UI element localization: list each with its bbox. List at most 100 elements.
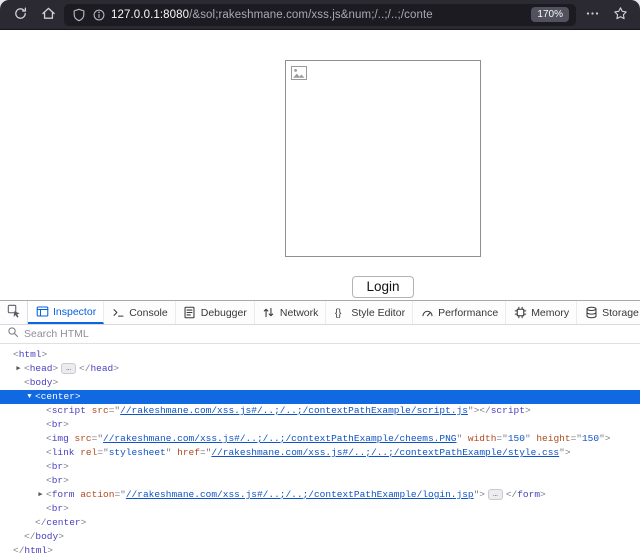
page-actions-button[interactable] xyxy=(580,4,604,26)
expand-expanded-icon[interactable]: ▼ xyxy=(24,390,35,404)
page-viewport: Login xyxy=(0,30,640,300)
tracking-protection-shield-icon[interactable] xyxy=(71,7,87,23)
markup-token-p: </ xyxy=(479,405,490,416)
pick-element-button[interactable] xyxy=(0,301,28,324)
markup-token-p: </ xyxy=(506,489,517,500)
devtools-tab-label: Console xyxy=(129,307,168,319)
devtools-tab-bar: Inspector Console Debugger Network {} Style E… xyxy=(0,301,640,325)
reload-icon xyxy=(13,6,28,24)
markup-token-attr: width xyxy=(468,433,497,444)
star-icon xyxy=(613,6,628,24)
devtools-tab-label: Memory xyxy=(531,307,569,319)
devtools-search-bar xyxy=(0,325,640,344)
markup-token-p: > xyxy=(53,377,59,388)
markup-token-attr: href xyxy=(177,447,200,458)
markup-token-p: > xyxy=(75,391,81,402)
memory-icon xyxy=(513,306,527,320)
ellipsis-icon xyxy=(585,6,600,24)
markup-token-p: > xyxy=(540,489,546,500)
markup-token-p: =" xyxy=(114,489,125,500)
devtools-tab-label: Storage xyxy=(602,307,639,319)
markup-row[interactable]: </body> xyxy=(0,530,640,544)
html-markup-tree: <html>▶<head>…</head><body>▼<center><scr… xyxy=(0,344,640,558)
network-icon xyxy=(262,306,276,320)
expand-collapsed-icon[interactable]: ▶ xyxy=(35,488,46,502)
markup-token-link[interactable]: //rakeshmane.com/xss.js#/..;/..;/context… xyxy=(126,489,474,500)
devtools-tab-console[interactable]: Console xyxy=(104,301,176,324)
markup-token-tag: link xyxy=(52,447,75,458)
devtools-tab-debugger[interactable]: Debugger xyxy=(176,301,255,324)
home-icon xyxy=(41,6,56,24)
markup-row-selected[interactable]: ▼<center> xyxy=(0,390,640,404)
markup-row[interactable]: </html> xyxy=(0,544,640,558)
markup-token-tag: html xyxy=(19,349,42,360)
markup-token-tag: body xyxy=(30,377,53,388)
console-icon xyxy=(111,306,125,320)
markup-token-tag: center xyxy=(46,517,80,528)
zoom-indicator[interactable]: 170% xyxy=(531,7,569,22)
markup-token-p: =" xyxy=(97,447,108,458)
markup-token-tag: br xyxy=(52,503,63,514)
markup-token-tag: img xyxy=(52,433,69,444)
markup-token-p: " xyxy=(166,447,177,458)
devtools-panel: Inspector Console Debugger Network {} Style E… xyxy=(0,300,640,558)
devtools-tab-label: Debugger xyxy=(201,307,247,319)
url-host: 127.0.0.1:8080 xyxy=(111,9,189,21)
markup-token-attr: action xyxy=(80,489,114,500)
markup-token-p: "> xyxy=(468,405,479,416)
markup-token-p: </ xyxy=(24,531,35,542)
devtools-tab-label: Inspector xyxy=(53,306,96,318)
expand-collapsed-icon[interactable]: ▶ xyxy=(13,362,24,376)
markup-token-p: > xyxy=(63,503,69,514)
markup-token-link[interactable]: //rakeshmane.com/xss.js#/..;/..;/context… xyxy=(120,405,468,416)
login-button[interactable]: Login xyxy=(352,276,413,298)
markup-token-p: </ xyxy=(79,363,90,374)
markup-row[interactable]: <br> xyxy=(0,474,640,488)
markup-token-p: > xyxy=(47,545,53,556)
site-info-icon[interactable] xyxy=(91,7,107,23)
markup-row[interactable]: <html> xyxy=(0,348,640,362)
markup-token-p: =" xyxy=(92,433,103,444)
devtools-tab-label: Style Editor xyxy=(351,307,405,319)
browser-toolbar: 127.0.0.1:8080/&sol;rakeshmane.com/xss.j… xyxy=(0,0,640,30)
inspector-icon xyxy=(35,305,49,319)
bookmark-star-button[interactable] xyxy=(608,4,632,26)
home-button[interactable] xyxy=(36,4,60,26)
collapsed-content-badge[interactable]: … xyxy=(61,363,76,374)
markup-token-tag: script xyxy=(52,405,86,416)
markup-row[interactable]: <body> xyxy=(0,376,640,390)
markup-row[interactable]: <script src="//rakeshmane.com/xss.js#/..… xyxy=(0,404,640,418)
url-bar[interactable]: 127.0.0.1:8080/&sol;rakeshmane.com/xss.j… xyxy=(64,4,576,26)
collapsed-content-badge[interactable]: … xyxy=(488,489,503,500)
devtools-tab-storage[interactable]: Storage xyxy=(577,301,640,324)
markup-token-p: =" xyxy=(571,433,582,444)
markup-row[interactable]: <br> xyxy=(0,502,640,516)
markup-token-p: =" xyxy=(496,433,507,444)
url-text[interactable]: 127.0.0.1:8080/&sol;rakeshmane.com/xss.j… xyxy=(111,9,521,21)
markup-token-p: </ xyxy=(13,545,24,556)
svg-text:{}: {} xyxy=(335,308,342,319)
markup-token-tag: br xyxy=(52,419,63,430)
reload-button[interactable] xyxy=(8,4,32,26)
markup-token-attr: height xyxy=(536,433,570,444)
markup-row[interactable]: ▶<head>…</head> xyxy=(0,362,640,376)
devtools-tab-network[interactable]: Network xyxy=(255,301,327,324)
broken-image-icon xyxy=(291,69,309,86)
markup-token-tag: html xyxy=(24,545,47,556)
search-html-input[interactable] xyxy=(24,328,284,340)
devtools-tab-inspector[interactable]: Inspector xyxy=(28,301,104,324)
devtools-tab-style-editor[interactable]: {} Style Editor xyxy=(326,301,413,324)
markup-row[interactable]: ▶<form action="//rakeshmane.com/xss.js#/… xyxy=(0,488,640,502)
devtools-tab-memory[interactable]: Memory xyxy=(506,301,577,324)
markup-token-p: > xyxy=(53,363,59,374)
markup-token-tag: br xyxy=(52,475,63,486)
markup-row[interactable]: </center> xyxy=(0,516,640,530)
markup-row[interactable]: <link rel="stylesheet" href="//rakeshman… xyxy=(0,446,640,460)
markup-row[interactable]: <br> xyxy=(0,418,640,432)
markup-token-link[interactable]: //rakeshmane.com/xss.js#/..;/..;/context… xyxy=(103,433,456,444)
markup-token-link[interactable]: //rakeshmane.com/xss.js#/..;/..;/context… xyxy=(211,447,559,458)
markup-token-tag: head xyxy=(30,363,53,374)
markup-row[interactable]: <img src="//rakeshmane.com/xss.js#/..;/.… xyxy=(0,432,640,446)
markup-row[interactable]: <br> xyxy=(0,460,640,474)
devtools-tab-performance[interactable]: Performance xyxy=(413,301,506,324)
